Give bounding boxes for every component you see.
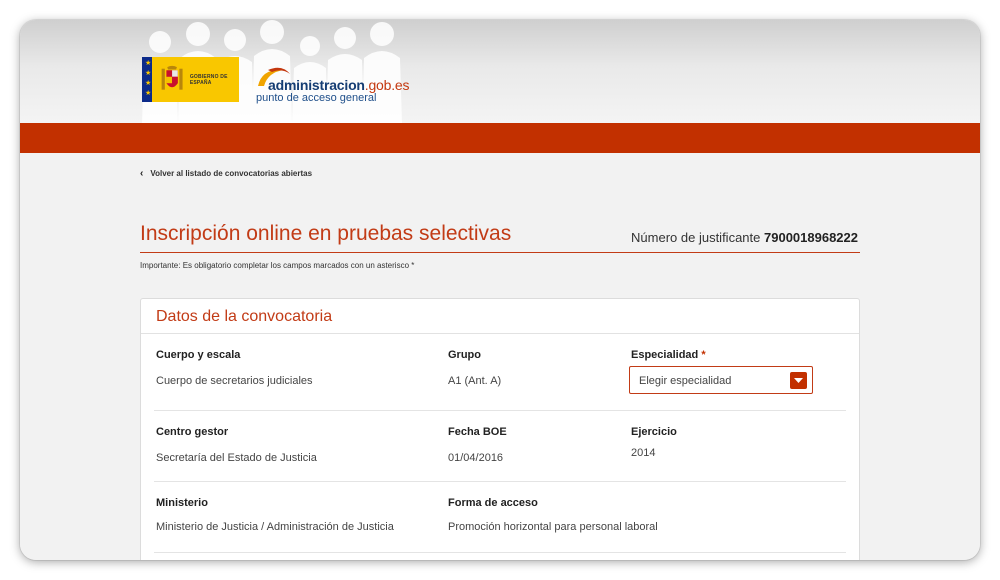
receipt-label: Número de justificante: [631, 230, 761, 245]
required-asterisk: *: [701, 349, 706, 361]
row-divider: [154, 552, 846, 553]
select-value: Elegir especialidad: [639, 375, 732, 387]
convocatoria-data-card: Datos de la convocatoria Cuerpo y escala…: [140, 298, 860, 560]
field-ministerio: Ministerio: [156, 497, 208, 509]
field-label: Ministerio: [156, 497, 208, 509]
section-title: Datos de la convocatoria: [156, 308, 333, 325]
field-grupo: Grupo: [448, 349, 481, 361]
field-label: Grupo: [448, 349, 481, 361]
field-value: Ministerio de Justicia / Administración …: [156, 521, 394, 533]
field-especialidad: Especialidad *: [631, 349, 706, 361]
field-label: Centro gestor: [156, 426, 229, 438]
field-forma-acceso: Forma de acceso: [448, 497, 538, 509]
field-ejercicio-value: 2014: [631, 447, 655, 459]
row-divider: [154, 410, 846, 411]
field-grupo-value: A1 (Ant. A): [448, 375, 501, 387]
receipt-number: Número de justificante 7900018968222: [631, 230, 858, 245]
gobierno-de-espana-logo[interactable]: ★ ★ ★ ★ Gobierno de España: [142, 57, 239, 102]
field-label: Forma de acceso: [448, 497, 538, 509]
field-cuerpo-escala: Cuerpo y escala: [156, 349, 240, 361]
field-centro-gestor-value: Secretaría del Estado de Justicia: [156, 452, 317, 464]
chevron-left-icon: ‹: [140, 168, 144, 179]
field-value: A1 (Ant. A): [448, 375, 502, 387]
back-to-list-link[interactable]: ‹ Volver al listado de convocatorias abi…: [140, 168, 312, 179]
field-ministerio-value: Ministerio de Justicia / Administración …: [156, 521, 394, 533]
site-header: ★ ★ ★ ★ Gobierno de España administracion.g…: [20, 20, 980, 123]
eu-flag-icon: ★ ★ ★ ★: [142, 57, 152, 102]
page-title: Inscripción online en pruebas selectivas: [140, 222, 512, 245]
field-value: 01/04/2016: [448, 452, 504, 464]
title-divider: [140, 252, 860, 253]
field-label: Especialidad *: [631, 349, 706, 361]
field-value: Promoción horizontal para personal labor…: [448, 521, 658, 533]
field-value: Cuerpo de secretarios judiciales: [156, 375, 313, 387]
especialidad-select[interactable]: Elegir especialidad: [629, 366, 813, 394]
main-content: ‹ Volver al listado de convocatorias abi…: [20, 153, 980, 560]
back-link-label: Volver al listado de convocatorias abier…: [150, 169, 313, 178]
gov-logo-text: Gobierno de España: [189, 73, 228, 86]
portal-tagline: punto de acceso general: [256, 92, 377, 104]
field-value: 2014: [631, 447, 656, 459]
required-fields-note: Importante: Es obligatorio completar los…: [140, 261, 415, 270]
field-forma-acceso-value: Promoción horizontal para personal labor…: [448, 521, 658, 533]
field-label: Fecha BOE: [448, 426, 507, 438]
row-divider: [154, 481, 846, 482]
field-cuerpo-escala-value: Cuerpo de secretarios judiciales: [156, 375, 313, 387]
header-red-bar: [20, 123, 980, 153]
field-ejercicio: Ejercicio: [631, 426, 677, 438]
field-label: Cuerpo y escala: [156, 349, 241, 361]
field-value: Secretaría del Estado de Justicia: [156, 452, 317, 464]
field-fecha-boe: Fecha BOE: [448, 426, 507, 438]
dropdown-button[interactable]: [790, 372, 807, 389]
field-label: Ejercicio: [631, 426, 677, 438]
administracion-gob-es-logo[interactable]: administracion.gob.es punto de acceso ge…: [254, 64, 454, 104]
coat-of-arms-icon: [161, 65, 183, 90]
field-fecha-boe-value: 01/04/2016: [448, 452, 503, 464]
field-centro-gestor: Centro gestor: [156, 426, 228, 438]
card-header: Datos de la convocatoria: [141, 299, 859, 334]
caret-down-icon: [794, 378, 803, 383]
browser-window: ★ ★ ★ ★ Gobierno de España administracion.g…: [20, 20, 980, 560]
portal-name: administracion.gob.es: [268, 77, 410, 93]
receipt-value: 7900018968222: [764, 230, 858, 245]
